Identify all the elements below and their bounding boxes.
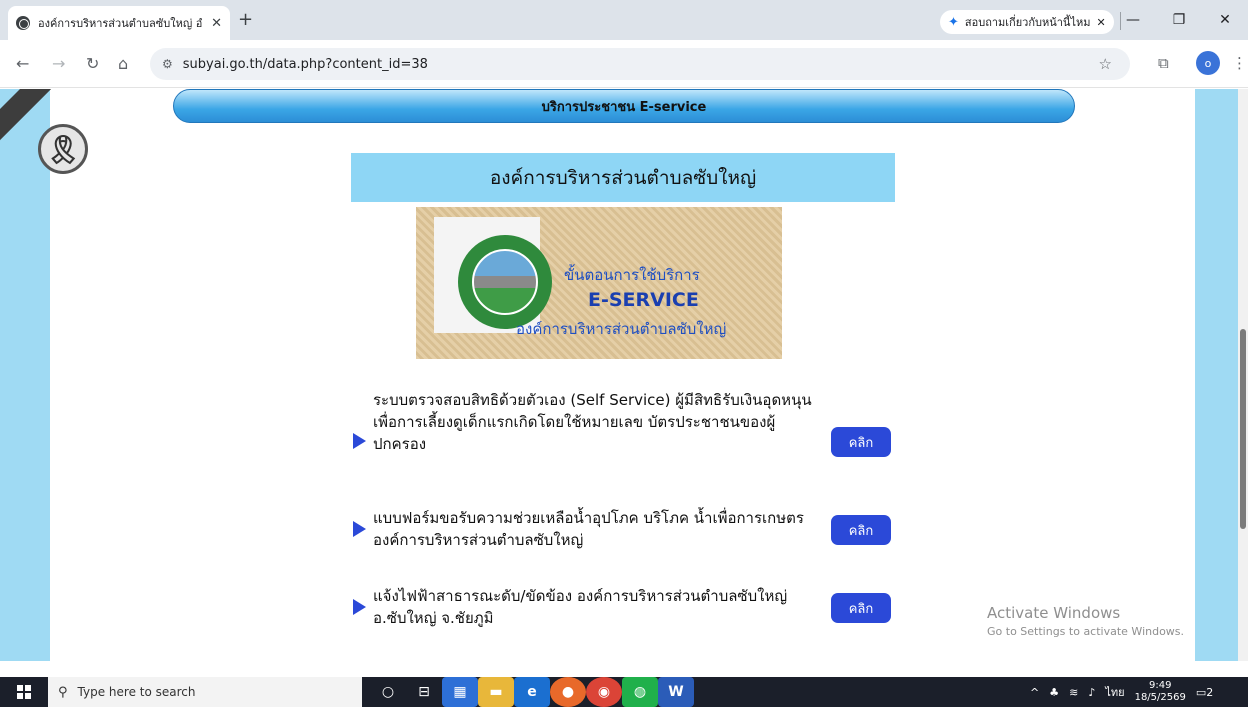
left-side-panel	[0, 89, 50, 661]
banner-line3: องค์การบริหารส่วนตำบลซับใหญ่	[516, 320, 727, 338]
tab-strip: องค์การบริหารส่วนตำบลซับใหญ่ อำเ ✕ + ✦ ส…	[0, 0, 1248, 40]
window-controls: — ❐ ✕	[1110, 0, 1248, 40]
address-bar[interactable]: ⚙ subyai.go.th/data.php?content_id=38 ☆	[150, 48, 1130, 80]
tab-title: องค์การบริหารส่วนตำบลซับใหญ่ อำเ	[38, 17, 204, 30]
eservice-title-bar: บริการประชาชน E-service	[173, 89, 1075, 123]
network-app-icon[interactable]: ♣	[1049, 686, 1059, 699]
bookmark-star-icon[interactable]: ☆	[1099, 55, 1112, 73]
bullet-triangle-icon	[353, 599, 366, 615]
tab-active[interactable]: องค์การบริหารส่วนตำบลซับใหญ่ อำเ ✕	[8, 6, 230, 40]
service-click-button[interactable]: คลิก	[831, 427, 891, 457]
task-view-icon[interactable]: ⊟	[406, 677, 442, 707]
menu-icon[interactable]: ⋮	[1232, 54, 1247, 72]
word-icon[interactable]: W	[658, 677, 694, 707]
activate-subtitle: Go to Settings to activate Windows.	[987, 625, 1185, 638]
org-header-title: องค์การบริหารส่วนตำบลซับใหญ่	[489, 166, 757, 189]
service-click-button[interactable]: คลิก	[831, 593, 891, 623]
store-icon[interactable]: ▦	[442, 677, 478, 707]
taskbar-search[interactable]: ⚲ Type here to search	[48, 677, 362, 707]
gemini-spark-icon: ✦	[948, 14, 959, 30]
page-viewport: 🎗 บริการประชาชน E-service องค์การบริหารส…	[0, 89, 1248, 661]
gemini-chip[interactable]: ✦ สอบถามเกี่ยวกับหน้านี้ไหม ✕	[940, 10, 1114, 34]
taskbar-search-placeholder: Type here to search	[77, 685, 196, 699]
bullet-triangle-icon	[353, 521, 366, 537]
eservice-title: บริการประชาชน E-service	[541, 99, 707, 115]
subyai-seal-logo	[458, 235, 552, 329]
activate-title: Activate Windows	[987, 604, 1121, 622]
activate-windows-watermark: Activate Windows Go to Settings to activ…	[987, 604, 1184, 638]
service-click-button[interactable]: คลิก	[831, 515, 891, 545]
seal-emblem	[472, 249, 538, 315]
lens-icon[interactable]: ⧉	[1158, 54, 1169, 72]
windows-taskbar: ⚲ Type here to search ○ ⊟ ▦ ▬ e ● ◉ ◍ W …	[0, 677, 1248, 707]
site-info-icon[interactable]: ⚙	[162, 57, 173, 71]
tab-close-icon[interactable]: ✕	[211, 16, 222, 31]
start-button[interactable]	[0, 677, 48, 707]
tray-expand-icon[interactable]: ^	[1030, 686, 1039, 699]
org-header: องค์การบริหารส่วนตำบลซับใหญ่	[351, 153, 895, 202]
service-item-text: แบบฟอร์มขอรับความช่วยเหลือน้ำอุปโภค บริโ…	[373, 509, 804, 549]
search-icon: ⚲	[58, 684, 68, 700]
close-window-icon[interactable]: ✕	[1202, 0, 1248, 40]
right-side-panel	[1195, 89, 1238, 661]
volume-icon[interactable]: ♪	[1088, 686, 1095, 699]
clock[interactable]: 9:49 18/5/2569	[1135, 680, 1186, 704]
new-tab-button[interactable]: +	[238, 9, 253, 30]
browser-toolbar: ← → ↻ ⌂ ⚙ subyai.go.th/data.php?content_…	[0, 40, 1248, 88]
gemini-chip-label: สอบถามเกี่ยวกับหน้านี้ไหม	[964, 16, 1091, 29]
home-icon[interactable]: ⌂	[118, 54, 128, 73]
mourning-ribbon-icon: 🎗	[38, 124, 88, 174]
banner-line1: ขั้นตอนการใช้บริการ	[564, 266, 700, 284]
page-scroll-thumb[interactable]	[1240, 329, 1246, 529]
file-explorer-icon[interactable]: ▬	[478, 677, 514, 707]
logo-frame	[434, 217, 552, 333]
restore-icon[interactable]: ❐	[1156, 0, 1202, 40]
clock-time: 9:49	[1148, 680, 1172, 691]
notification-count: 2	[1206, 685, 1214, 699]
wifi-icon[interactable]: ≋	[1069, 686, 1078, 699]
banner-line2: E-SERVICE	[588, 289, 699, 311]
cortana-icon[interactable]: ○	[370, 677, 406, 707]
notification-icon[interactable]: ▭2	[1196, 686, 1213, 699]
minimize-icon[interactable]: —	[1110, 0, 1156, 40]
system-tray: ^ ♣ ≋ ♪ ไทย 9:49 18/5/2569 ▭2	[1030, 677, 1213, 707]
reload-icon[interactable]: ↻	[86, 54, 99, 73]
profile-avatar[interactable]: o	[1196, 51, 1220, 75]
windows-logo-icon	[17, 685, 31, 699]
url-text: subyai.go.th/data.php?content_id=38	[182, 56, 428, 72]
firefox-icon[interactable]: ●	[550, 677, 586, 707]
back-icon[interactable]: ←	[16, 54, 29, 73]
taskbar-apps: ○ ⊟ ▦ ▬ e ● ◉ ◍ W	[370, 677, 694, 707]
service-item-text: ระบบตรวจสอบสิทธิด้วยตัวเอง (Self Service…	[373, 391, 812, 453]
forward-icon[interactable]: →	[52, 54, 65, 73]
line-app-icon[interactable]: ◍	[622, 677, 658, 707]
chrome-icon[interactable]: ◉	[586, 677, 622, 707]
clock-date: 18/5/2569	[1134, 692, 1186, 703]
eservice-banner: ขั้นตอนการใช้บริการ E-SERVICE องค์การบริ…	[416, 207, 782, 359]
service-item-text: แจ้งไฟฟ้าสาธารณะดับ/ขัดข้อง องค์การบริหา…	[373, 587, 788, 627]
edge-icon[interactable]: e	[514, 677, 550, 707]
globe-icon	[16, 16, 30, 30]
bullet-triangle-icon	[353, 433, 366, 449]
language-indicator[interactable]: ไทย	[1105, 683, 1124, 701]
gemini-chip-close-icon[interactable]: ✕	[1096, 16, 1105, 29]
